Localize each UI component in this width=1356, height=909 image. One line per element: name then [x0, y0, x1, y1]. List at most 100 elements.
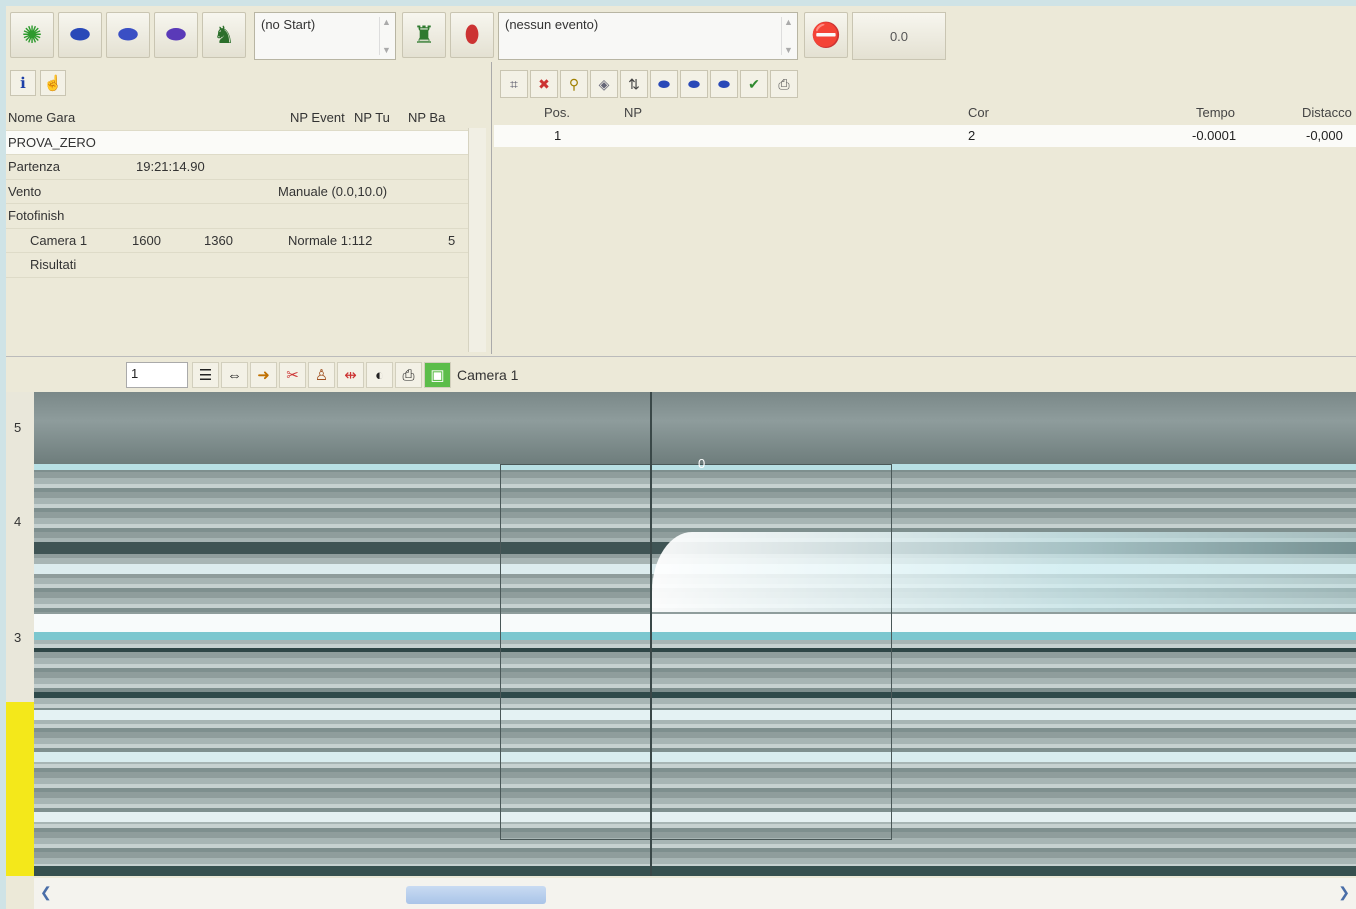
result-distacco: -0,000	[1306, 128, 1343, 143]
arrow-right-icon: ➜	[257, 367, 270, 384]
zoom-fit-icon: ⇔	[227, 366, 242, 384]
race-row-camera[interactable]: Camera 1 1600 1360 Normale 1:112 5	[6, 229, 476, 253]
settings-bug-button[interactable]: ✺	[10, 12, 54, 58]
info-button[interactable]: ℹ	[10, 70, 36, 96]
results-tool-8[interactable]: ⬬	[710, 70, 738, 98]
hand-icon: ☝	[43, 75, 63, 92]
race-panel-toolbar: ℹ ☝	[10, 70, 66, 98]
race-name-value: PROVA_ZERO	[8, 134, 96, 150]
selection-box[interactable]	[500, 464, 892, 840]
results-tool-7[interactable]: ⬬	[680, 70, 708, 98]
results-row[interactable]: 1 2 -0.0001 -0,000	[494, 125, 1356, 147]
camera-trigger-button[interactable]: ♜	[402, 12, 446, 58]
start-combo[interactable]: (no Start) ▲ ▼	[254, 12, 396, 60]
shoe-icon: ⬬	[658, 75, 670, 92]
finish-cursor-line[interactable]	[650, 392, 652, 876]
camera-trigger-icon: ♜	[413, 21, 435, 49]
start-combo-spinner[interactable]: ▲ ▼	[379, 17, 393, 55]
race-row-fotofinish[interactable]: Fotofinish	[6, 204, 476, 229]
start-gun-icon: ♞	[213, 21, 235, 49]
header-pos: Pos.	[544, 105, 571, 120]
camera-row-mode: Normale 1:112	[288, 232, 373, 248]
marker-icon: ✂	[286, 367, 299, 384]
contrast-button[interactable]: ◐	[366, 362, 393, 388]
header-np-tu: NP Tu	[354, 110, 390, 125]
split-button[interactable]: ⇹	[337, 362, 364, 388]
camera-row-lanes: 5	[448, 232, 456, 248]
lanes-button[interactable]: ☰	[192, 362, 219, 388]
zoom-fit-button[interactable]: ⇔	[221, 362, 248, 388]
lanes-icon: ☰	[198, 367, 213, 384]
blue-shoe-open-icon: ⬬	[117, 21, 139, 48]
main-toolbar: ✺ ⬬ ⬬ ⬬ ♞ (no Start) ▲ ▼ ♜ ⬮ (nessun even…	[6, 6, 1356, 62]
frame-field[interactable]: 1	[126, 362, 188, 388]
cursor-label: 0	[698, 456, 706, 471]
lane-ruler: 5 4 3	[6, 392, 34, 876]
lane-band-5	[34, 392, 1356, 464]
delete-icon: ✖	[538, 75, 550, 92]
open-race-button[interactable]: ⬬	[106, 12, 150, 58]
frame-value: 1	[131, 366, 139, 381]
check-icon: ✔	[748, 75, 760, 92]
race-panel-scrollbar[interactable]	[468, 128, 486, 352]
split-icon: ⇹	[344, 367, 357, 384]
save-race-button[interactable]: ⬬	[154, 12, 198, 58]
eraser-icon: ◈	[598, 75, 610, 92]
runner-icon: ♙	[314, 367, 329, 384]
event-combo-spinner[interactable]: ▲ ▼	[781, 17, 795, 55]
results-tool-2[interactable]: ✖	[530, 70, 558, 98]
hand-button[interactable]: ☝	[40, 70, 66, 96]
scroll-thumb[interactable]	[406, 886, 546, 904]
photofinish-viewport[interactable]: 0 5 4 3	[6, 392, 1356, 876]
results-tool-3[interactable]: ⚲	[560, 70, 588, 98]
header-tempo: Tempo	[1196, 105, 1236, 120]
result-pos: 1	[554, 128, 562, 143]
stop-man-icon: ⛔	[811, 21, 841, 49]
runner-button[interactable]: ♙	[308, 362, 335, 388]
camera-label: Camera 1	[457, 367, 519, 383]
start-combo-value: (no Start)	[261, 17, 316, 32]
scroll-right-icon[interactable]: ❯	[1338, 884, 1350, 901]
blue-shoe-save-icon: ⬬	[165, 21, 187, 48]
print-icon: ⎙	[778, 75, 790, 92]
camera-row-width: 1600	[132, 232, 161, 248]
search-icon: ⚲	[568, 75, 580, 92]
start-gun-button[interactable]: ♞	[202, 12, 246, 58]
race-row-partenza[interactable]: Partenza 19:21:14.90	[6, 155, 476, 180]
active-lane-marker	[6, 702, 34, 876]
traffic-light-icon: ⬮	[464, 21, 480, 48]
traffic-light-button[interactable]: ⬮	[450, 12, 494, 58]
camera-tools: ☰ ⇔ ➜ ✂ ♙ ⇹ ◐ ⎙ ▣ Camera 1	[192, 362, 518, 388]
race-name-row[interactable]: PROVA_ZERO	[6, 130, 476, 155]
scroll-left-icon[interactable]: ❮	[40, 884, 52, 901]
results-tool-5[interactable]: ⇅	[620, 70, 648, 98]
results-tool-4[interactable]: ◈	[590, 70, 618, 98]
race-row-vento[interactable]: Vento Manuale (0.0,10.0)	[6, 180, 476, 204]
shoe-icon: ⬬	[718, 75, 730, 92]
marker-button[interactable]: ✂	[279, 362, 306, 388]
results-tool-10[interactable]: ⎙	[770, 70, 798, 98]
new-race-button[interactable]: ⬬	[58, 12, 102, 58]
race-grid: Nome Gara NP Event NP Tu NP Ba PROVA_ZER…	[6, 106, 476, 278]
result-cor: 2	[968, 128, 976, 143]
partenza-value: 19:21:14.90	[136, 159, 205, 174]
camera-row-label: Camera 1	[30, 232, 88, 248]
event-combo[interactable]: (nessun evento) ▲ ▼	[498, 12, 798, 60]
contrast-icon: ◐	[374, 366, 385, 384]
print-camera-button[interactable]: ⎙	[395, 362, 422, 388]
time-display: 0.0	[852, 12, 946, 60]
results-tool-9[interactable]: ✔	[740, 70, 768, 98]
event-combo-value: (nessun evento)	[505, 17, 599, 32]
viewport-hscrollbar[interactable]: ❮ ❯	[34, 878, 1356, 909]
camera-select-button[interactable]: ▣	[424, 362, 451, 388]
stop-button[interactable]: ⛔	[804, 12, 848, 58]
lane-label-4: 4	[14, 514, 22, 529]
race-row-risultati[interactable]: Risultati	[6, 253, 476, 278]
results-tool-1[interactable]: ⌗	[500, 70, 528, 98]
shoe-icon: ⬬	[688, 75, 700, 92]
next-button[interactable]: ➜	[250, 362, 277, 388]
print-icon: ⎙	[402, 366, 415, 384]
results-tool-6[interactable]: ⬬	[650, 70, 678, 98]
partenza-label: Partenza	[8, 159, 61, 174]
bug-icon: ✺	[21, 21, 43, 49]
